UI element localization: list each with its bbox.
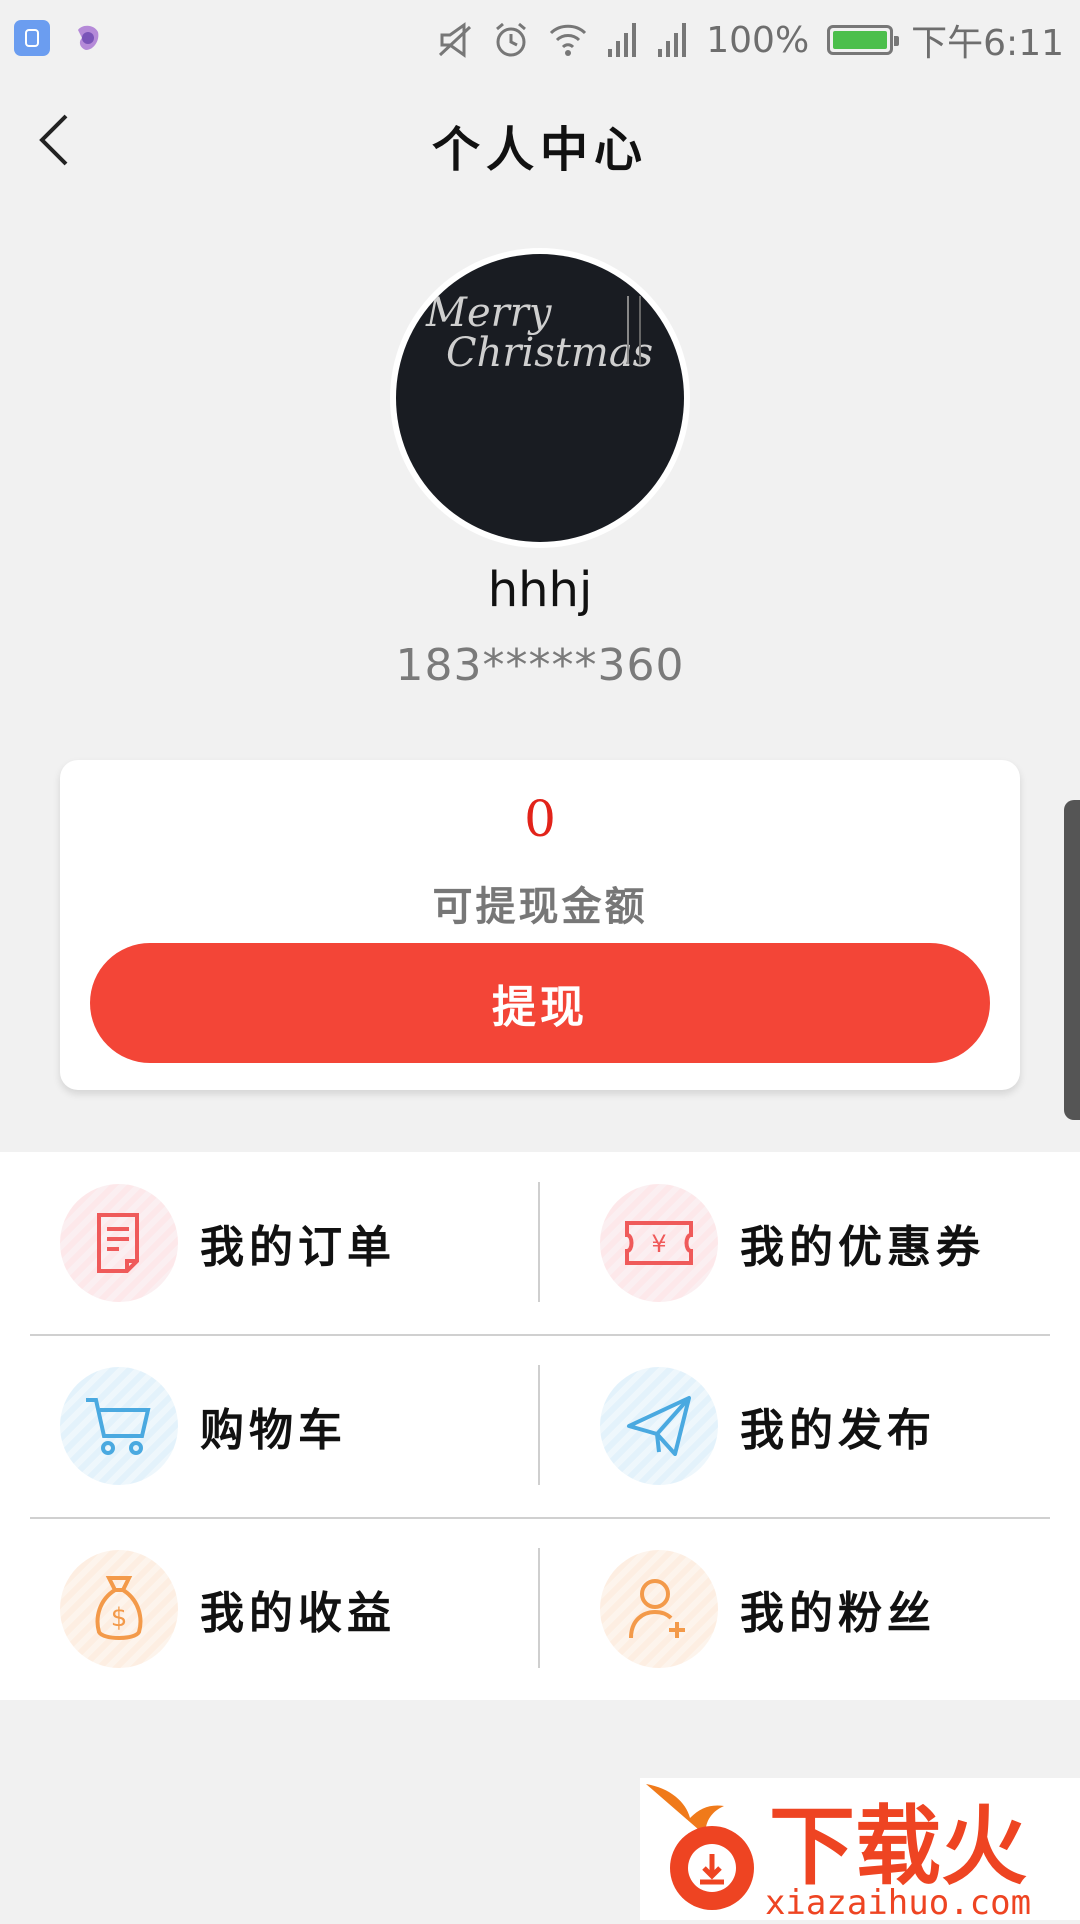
app-icon [14,20,50,56]
svg-text:¥: ¥ [651,1230,666,1258]
menu-item-label: 我的发布 [740,1405,936,1456]
menu-item-label: 我的收益 [200,1588,396,1639]
divider [538,1182,540,1302]
signal-icon [658,23,687,57]
watermark-logo: 下载火 xiazaihuo.com [640,1778,1080,1923]
coupon-ticket-icon: ¥ [600,1184,718,1302]
menu-grid: 我的订单 ¥ 我的优惠券 购物车 我的发布 $ 我的收益 我的粉丝 [0,1152,1080,1700]
shopping-cart-icon [60,1367,178,1485]
menu-item-cart[interactable]: 购物车 [60,1335,560,1517]
menu-item-label: 购物车 [200,1405,347,1456]
svg-text:$: $ [111,1603,128,1633]
order-document-icon [60,1184,178,1302]
withdrawable-amount: 0 [524,790,556,848]
balance-card: 0 可提现金额 提现 [60,760,1020,1090]
clock: 下午6:11 [911,23,1064,64]
phone-number: 183*****360 [395,640,685,691]
menu-item-label: 我的优惠券 [740,1222,985,1273]
divider [538,1548,540,1668]
watermark-url: xiazaihuo.com [765,1883,1031,1920]
avatar-image: Merry Christmas [396,254,684,542]
edge-handle[interactable] [1064,800,1080,1120]
page-title: 个人中心 [431,122,648,178]
wifi-icon [550,24,587,56]
paper-plane-icon [600,1367,718,1485]
menu-row: 我的订单 ¥ 我的优惠券 [30,1152,1050,1334]
menu-item-my-posts[interactable]: 我的发布 [600,1335,1080,1517]
money-bag-icon: $ [60,1550,178,1668]
fairy-app-icon [78,25,99,50]
avatar-text-line2: Christmas [446,330,653,376]
menu-item-my-earnings[interactable]: $ 我的收益 [60,1518,560,1700]
menu-row: 购物车 我的发布 [30,1335,1050,1517]
username: hhhj [487,562,593,618]
battery-percent: 100% [706,19,810,61]
status-bar: 100% 下午6:11 [0,0,1080,78]
alarm-icon [496,22,527,57]
mute-icon [439,22,472,58]
menu-item-my-fans[interactable]: 我的粉丝 [600,1518,1080,1700]
header: 个人中心 [0,78,1080,208]
menu-item-label: 我的粉丝 [740,1588,936,1639]
withdraw-button[interactable]: 提现 [90,943,990,1063]
menu-item-my-orders[interactable]: 我的订单 [60,1152,560,1334]
watermark-text: 下载火 [769,1797,1027,1897]
avatar[interactable]: Merry Christmas [390,248,690,548]
christmas-image-icon: Merry Christmas [425,290,653,376]
battery-icon [827,25,900,55]
add-follower-icon [600,1550,718,1668]
divider [538,1365,540,1485]
menu-row: $ 我的收益 我的粉丝 [30,1518,1050,1700]
menu-item-my-coupons[interactable]: ¥ 我的优惠券 [600,1152,1080,1334]
signal-icon [608,23,637,57]
xiazaihuo-logo-icon: 下载火 xiazaihuo.com [646,1784,1031,1923]
menu-item-label: 我的订单 [200,1222,396,1273]
withdrawable-amount-label: 可提现金额 [432,883,648,930]
